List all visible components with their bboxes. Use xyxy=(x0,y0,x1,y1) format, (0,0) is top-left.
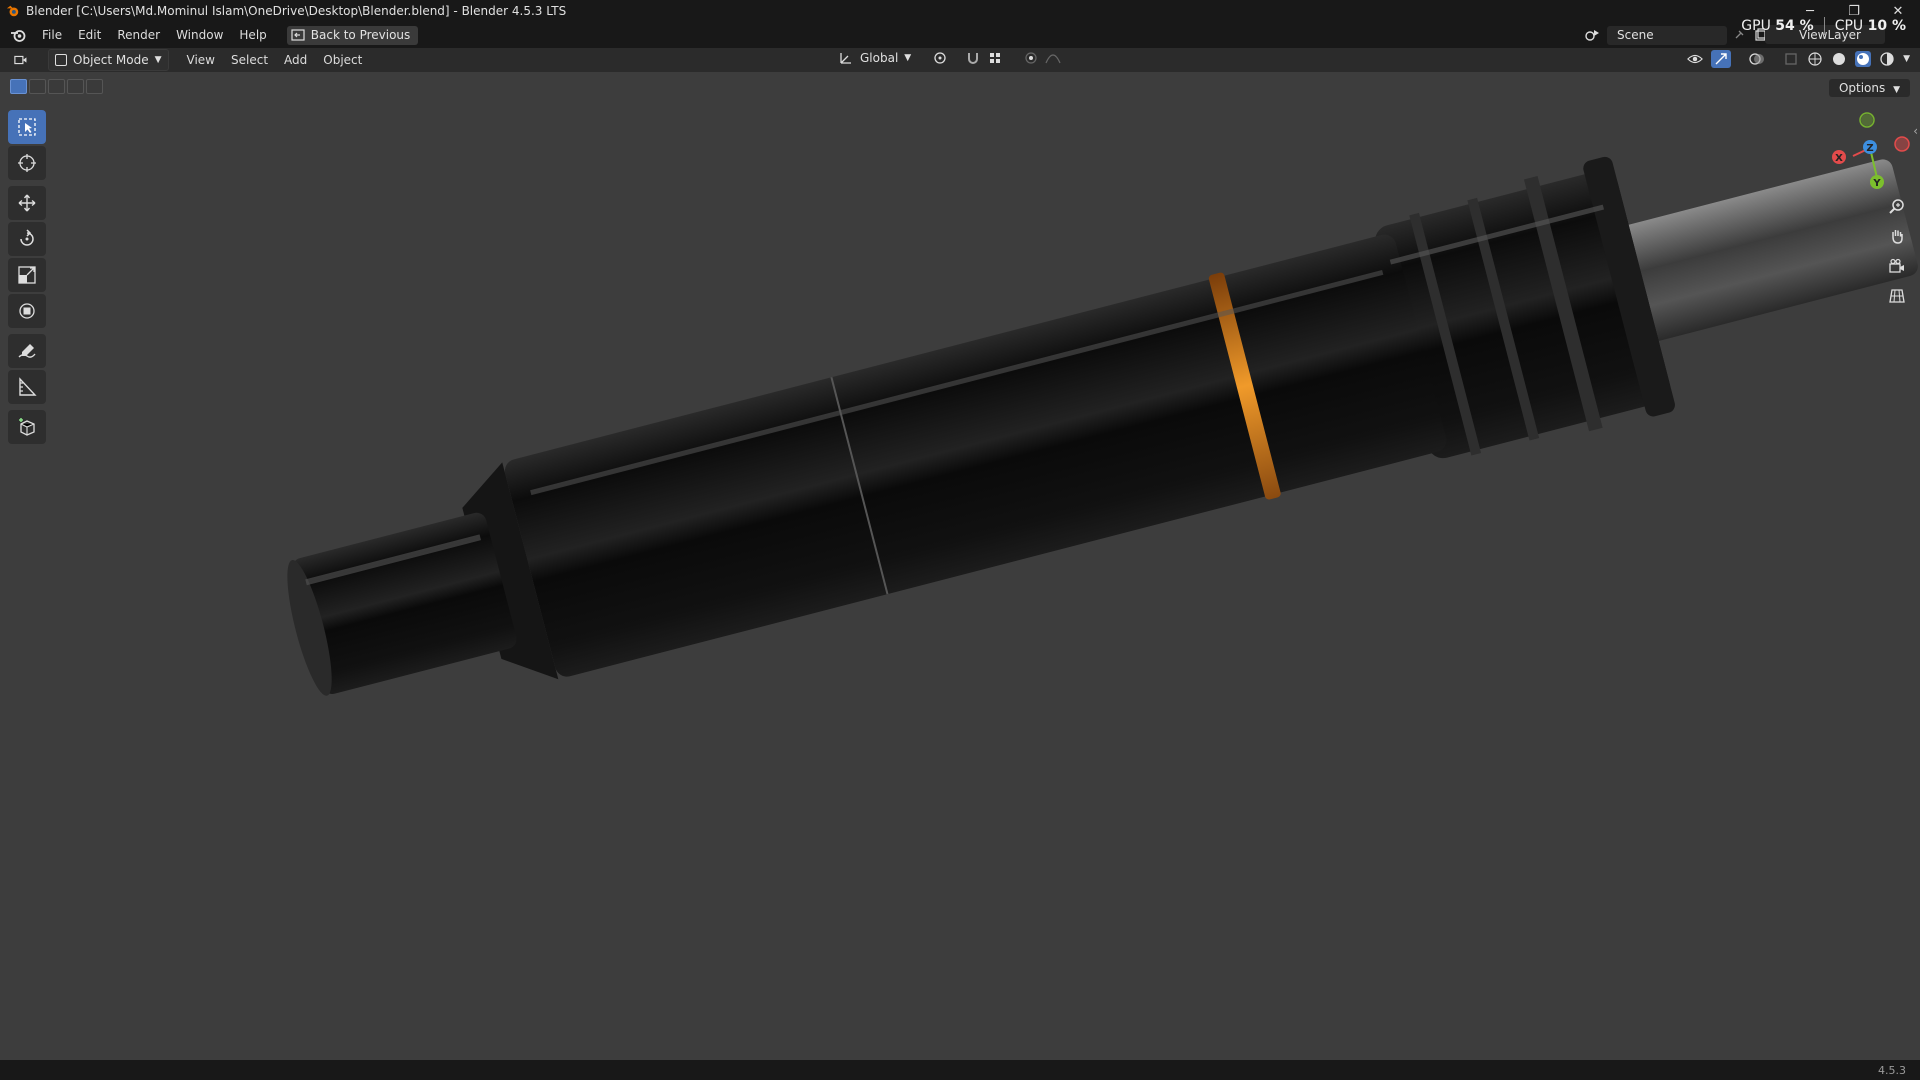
annotate-tool[interactable] xyxy=(8,334,46,368)
header-menu-add[interactable]: Add xyxy=(276,53,315,67)
selection-mode-buttons xyxy=(10,79,103,94)
scene-name-field[interactable]: Scene xyxy=(1607,25,1727,45)
select-extend-button[interactable] xyxy=(29,79,46,94)
material-preview-icon[interactable] xyxy=(1855,51,1872,67)
back-to-previous-button[interactable]: Back to Previous xyxy=(286,25,419,45)
move-icon xyxy=(18,194,36,212)
select-invert-button[interactable] xyxy=(67,79,84,94)
orientation-icon xyxy=(838,50,854,66)
rendered-shading-icon[interactable] xyxy=(1879,51,1895,67)
scene-icon xyxy=(1585,27,1601,43)
viewport-shading-controls: ▼ xyxy=(1687,50,1910,68)
stats-divider xyxy=(1823,17,1825,35)
transform-orientation-dropdown[interactable]: Global xyxy=(860,51,898,65)
proportional-edit-icon[interactable] xyxy=(1023,50,1039,66)
select-intersect-button[interactable] xyxy=(86,79,103,94)
gpu-stat: GPU 54 % xyxy=(1741,18,1813,34)
back-icon xyxy=(291,29,305,41)
cpu-value: 10 % xyxy=(1867,18,1906,34)
move-tool[interactable] xyxy=(8,186,46,220)
measure-icon xyxy=(19,377,37,396)
cylinder-model[interactable] xyxy=(263,87,1920,759)
viewport-scene[interactable] xyxy=(0,72,1920,1060)
pivot-point-icon[interactable] xyxy=(933,50,949,66)
zoom-icon xyxy=(1889,199,1904,214)
header-menu-select[interactable]: Select xyxy=(223,53,276,67)
wireframe-shading-icon[interactable] xyxy=(1807,51,1823,67)
menu-help[interactable]: Help xyxy=(231,22,274,48)
grid-icon xyxy=(1889,289,1905,303)
rotate-tool[interactable] xyxy=(8,222,46,256)
xray-toggle-icon[interactable] xyxy=(1783,51,1799,67)
navigation-gizmo[interactable]: X Z Y xyxy=(1822,106,1918,196)
menu-render[interactable]: Render xyxy=(109,22,168,48)
snap-grid-icon[interactable] xyxy=(987,50,1003,66)
blender-menu-icon[interactable] xyxy=(10,27,26,43)
scale-tool[interactable] xyxy=(8,258,46,292)
tool-shelf xyxy=(8,110,48,446)
hand-icon xyxy=(1892,230,1903,244)
window-title: Blender [C:\Users\Md.Mominul Islam\OneDr… xyxy=(26,4,567,18)
gizmo-z-label: Z xyxy=(1866,143,1873,154)
chevron-down-icon[interactable]: ▼ xyxy=(1903,54,1910,64)
rotate-icon xyxy=(20,229,34,246)
snap-icon[interactable] xyxy=(965,50,981,66)
performance-stats: GPU 54 % CPU 10 % xyxy=(1741,17,1906,35)
editor-type-icon[interactable] xyxy=(14,52,30,68)
blender-logo-icon xyxy=(6,5,19,17)
select-box-tool[interactable] xyxy=(8,110,46,144)
transform-icon xyxy=(19,303,35,319)
mode-dropdown[interactable]: Object Mode ▼ xyxy=(48,49,169,71)
sidebar-expand-arrow[interactable]: ‹ xyxy=(1913,124,1918,138)
annotate-icon xyxy=(18,344,36,358)
falloff-icon[interactable] xyxy=(1045,50,1061,66)
menu-edit[interactable]: Edit xyxy=(70,22,109,48)
solid-shading-icon[interactable] xyxy=(1831,51,1847,67)
measure-tool[interactable] xyxy=(8,370,46,404)
camera-icon xyxy=(1889,258,1904,273)
cpu-stat: CPU 10 % xyxy=(1835,18,1906,34)
title-bar: Blender [C:\Users\Md.Mominul Islam\OneDr… xyxy=(0,0,1920,22)
options-dropdown[interactable]: Options ▼ xyxy=(1828,79,1910,97)
scale-icon xyxy=(18,266,36,284)
overlay-toggle-icon[interactable] xyxy=(1749,51,1765,67)
camera-view-button[interactable] xyxy=(1884,253,1910,279)
chevron-down-icon: ▼ xyxy=(1893,85,1900,95)
cpu-label: CPU xyxy=(1834,18,1864,34)
select-new-button[interactable] xyxy=(10,79,27,94)
scene-name: Scene xyxy=(1617,28,1654,42)
chevron-down-icon: ▼ xyxy=(904,53,912,63)
add-cube-tool[interactable] xyxy=(8,410,46,444)
cursor-tool[interactable] xyxy=(8,146,46,180)
object-mode-icon xyxy=(55,54,67,66)
options-label: Options xyxy=(1838,81,1886,95)
add-cube-icon xyxy=(19,418,35,436)
select-subtract-button[interactable] xyxy=(48,79,65,94)
status-bar: 4.5.3 xyxy=(0,1060,1920,1080)
visibility-icon[interactable] xyxy=(1687,51,1704,67)
gizmo-toggle-icon[interactable] xyxy=(1711,50,1732,68)
chevron-down-icon: ▼ xyxy=(154,55,162,65)
mode-label: Object Mode xyxy=(73,53,149,67)
gizmo-x-label: X xyxy=(1835,153,1843,164)
menu-window[interactable]: Window xyxy=(168,22,231,48)
transform-controls: Global ▼ xyxy=(838,50,1061,66)
gpu-value: 54 % xyxy=(1775,18,1814,34)
select-box-icon xyxy=(18,118,36,136)
back-to-previous-label: Back to Previous xyxy=(310,28,411,42)
header-menu-view[interactable]: View xyxy=(179,53,223,67)
perspective-toggle-button[interactable] xyxy=(1884,283,1910,309)
transform-tool[interactable] xyxy=(8,294,46,328)
gpu-label: GPU xyxy=(1741,18,1771,34)
main-body xyxy=(504,234,1447,677)
menu-file[interactable]: File xyxy=(34,22,70,48)
version-label: 4.5.3 xyxy=(1878,1064,1906,1077)
3d-viewport[interactable] xyxy=(0,72,1920,1060)
cursor-icon xyxy=(18,154,36,172)
pan-button[interactable] xyxy=(1884,223,1910,249)
zoom-button[interactable] xyxy=(1884,193,1910,219)
gizmo-y-label: Y xyxy=(1872,178,1881,189)
header-menu-object[interactable]: Object xyxy=(315,53,370,67)
